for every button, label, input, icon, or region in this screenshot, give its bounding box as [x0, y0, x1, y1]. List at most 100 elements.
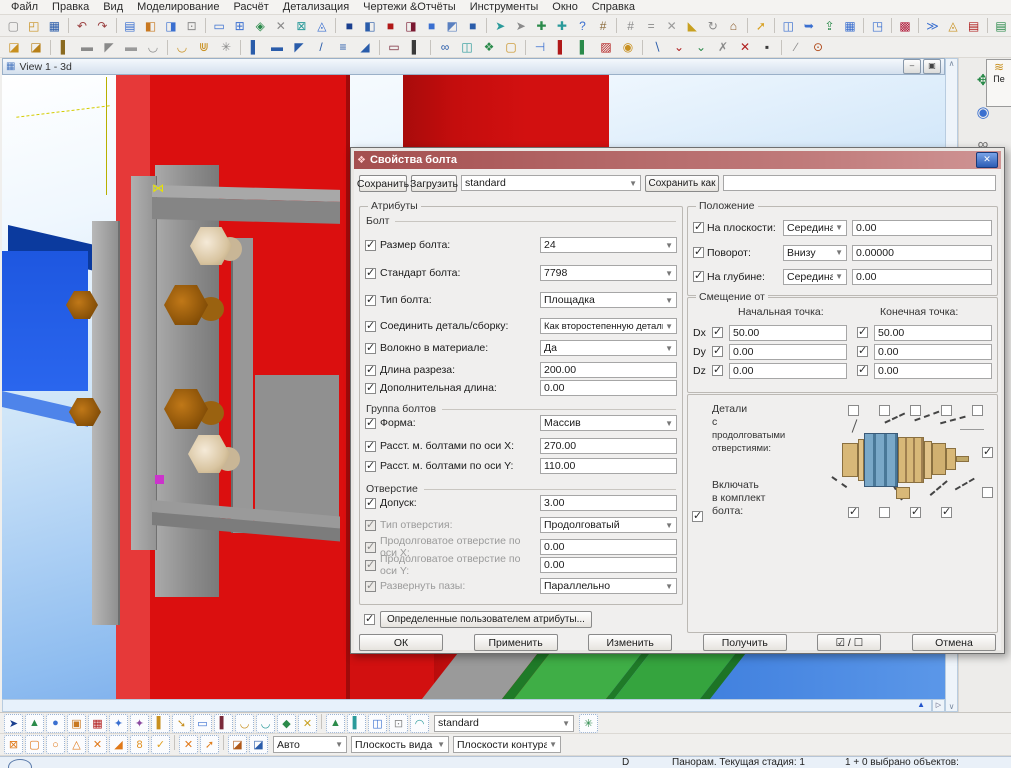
toolbar-icon[interactable]: ⊣ [530, 37, 550, 57]
toolbar-icon[interactable]: ✕ [179, 735, 198, 754]
dx-end-input[interactable]: 50.00 [874, 325, 992, 341]
slot-y-input[interactable]: 0.00 [540, 557, 677, 573]
toolbar-icon[interactable]: ■ [381, 16, 400, 36]
bolt-dist-x-input[interactable]: 270.00 [540, 438, 677, 454]
toolbar-icon[interactable]: ✕ [88, 735, 107, 754]
toolbar-icon[interactable]: 8 [130, 735, 149, 754]
toolbar-icon[interactable]: ⊠ [4, 735, 23, 754]
toolbar-icon[interactable]: ✳ [579, 714, 598, 733]
toolbar-icon[interactable]: ◣ [683, 16, 702, 36]
bolt-size-select[interactable]: 24▼ [540, 237, 677, 253]
checkbox[interactable] [692, 511, 703, 522]
toolbar-icon[interactable]: ➤ [512, 16, 531, 36]
toolbar-icon[interactable]: ✕ [272, 16, 291, 36]
thread-material-select[interactable]: Да▼ [540, 340, 677, 356]
ok-button[interactable]: ОК [359, 634, 443, 651]
dy-start-input[interactable]: 0.00 [729, 344, 847, 360]
toolbar-icon[interactable]: ▦ [88, 714, 107, 733]
toolbar-icon[interactable]: ◡ [172, 37, 192, 57]
user-attributes-button[interactable]: Определенные пользователем атрибуты... [380, 611, 592, 628]
toolbar-icon[interactable]: ● [46, 714, 65, 733]
minimize-button[interactable]: – [903, 59, 921, 74]
toolbar-icon[interactable]: ∕ [786, 37, 806, 57]
checkbox[interactable] [693, 222, 704, 233]
scroll-thumb-icon[interactable]: ▲ [917, 700, 925, 709]
menu-item[interactable]: Файл [11, 1, 38, 13]
toolbar-icon[interactable]: ➥ [800, 16, 819, 36]
toolbar-icon[interactable]: ◫ [779, 16, 798, 36]
toolbar-icon[interactable]: ▌ [245, 37, 265, 57]
checkbox[interactable] [712, 365, 723, 376]
scroll-up-icon[interactable]: ∧ [949, 59, 955, 68]
menu-item[interactable]: Чертежи &Отчёты [363, 1, 456, 13]
checkbox[interactable] [857, 365, 868, 376]
shape-select[interactable]: Массив▼ [540, 415, 677, 431]
cancel-button[interactable]: Отмена [912, 634, 996, 651]
toolbar-icon[interactable]: ▲ [326, 714, 345, 733]
checkbox[interactable] [982, 447, 993, 458]
toolbar-icon[interactable]: ▌ [347, 714, 366, 733]
dz-end-input[interactable]: 0.00 [874, 363, 992, 379]
toolbar-icon[interactable]: ◠ [410, 714, 429, 733]
toolbar-icon[interactable]: ◩ [443, 16, 462, 36]
dialog-titlebar[interactable]: ❖ Свойства болта ✕ [354, 151, 1001, 169]
on-plane-input[interactable]: 0.00 [852, 220, 992, 236]
toolbar-icon[interactable]: ◨ [402, 16, 421, 36]
checkbox[interactable] [879, 507, 890, 518]
menu-item[interactable]: Окно [552, 1, 578, 13]
toolbar-icon[interactable]: ◡ [256, 714, 275, 733]
checkbox[interactable] [365, 520, 376, 531]
toolbar-icon[interactable]: = [642, 16, 661, 36]
checkbox[interactable] [693, 271, 704, 282]
menu-item[interactable]: Моделирование [137, 1, 219, 13]
toolbar-icon[interactable]: ■ [464, 16, 483, 36]
toolbar-icon[interactable]: ⊙ [808, 37, 828, 57]
toolbar-icon[interactable]: ? [573, 16, 592, 36]
toolbar-icon[interactable]: ➚ [200, 735, 219, 754]
toolbar-icon[interactable]: ▌ [406, 37, 426, 57]
on-plane-select[interactable]: Середина▼ [783, 220, 847, 236]
checkbox[interactable] [365, 240, 376, 251]
dz-start-input[interactable]: 0.00 [729, 363, 847, 379]
connect-part-select[interactable]: Как второстепенную деталь▼ [540, 318, 677, 334]
checkbox[interactable] [365, 542, 376, 553]
tolerance-input[interactable]: 3.00 [540, 495, 677, 511]
contour-plane-select[interactable]: Плоскости контура ▼ [453, 736, 561, 753]
toolbar-icon[interactable]: ✓ [151, 735, 170, 754]
horizontal-scrollbar[interactable]: ▲ [2, 699, 932, 712]
bolt-standard-select[interactable]: 7798▼ [540, 265, 677, 281]
toolbar-icon[interactable]: ➚ [752, 16, 771, 36]
cut-length-input[interactable]: 200.00 [540, 362, 677, 378]
checkbox[interactable] [712, 327, 723, 338]
menu-item[interactable]: Расчёт [233, 1, 268, 13]
toolbar-icon[interactable]: ◪ [26, 37, 46, 57]
profile-select[interactable]: standard ▼ [461, 175, 641, 191]
toolbar-icon[interactable]: ◪ [4, 37, 24, 57]
toolbar-icon[interactable]: ≫ [923, 16, 942, 36]
checkbox[interactable] [910, 507, 921, 518]
toolbar-icon[interactable]: ▢ [501, 37, 521, 57]
toolbar-icon[interactable]: ◤ [99, 37, 119, 57]
toolbar-icon[interactable]: ⇪ [820, 16, 839, 36]
checkbox[interactable] [972, 405, 983, 416]
save-button[interactable]: Сохранить [359, 175, 407, 192]
checkbox[interactable] [365, 268, 376, 279]
toolbar-icon[interactable]: ➤ [491, 16, 510, 36]
toolbar-icon[interactable]: ▤ [121, 16, 140, 36]
toolbar-icon[interactable]: ⌄ [669, 37, 689, 57]
checkbox[interactable] [365, 418, 376, 429]
toolbar-icon[interactable]: △ [67, 735, 86, 754]
toggle-checkboxes-button[interactable]: ☑ / ☐ [817, 634, 881, 651]
checkbox[interactable] [857, 346, 868, 357]
toolbar-icon[interactable]: ◪ [249, 735, 268, 754]
toolbar-icon[interactable]: ✚ [532, 16, 551, 36]
extra-length-input[interactable]: 0.00 [540, 380, 677, 396]
toolbar-icon[interactable]: ◤ [289, 37, 309, 57]
load-button[interactable]: Загрузить [411, 175, 457, 192]
at-depth-select[interactable]: Середина▼ [783, 269, 847, 285]
toolbar-icon[interactable]: ⋓ [194, 37, 214, 57]
scroll-down-icon[interactable]: ∨ [949, 702, 955, 711]
rotate-slots-select[interactable]: Параллельно▼ [540, 578, 677, 594]
checkbox[interactable] [365, 365, 376, 376]
toolbar-icon[interactable]: ◡ [235, 714, 254, 733]
